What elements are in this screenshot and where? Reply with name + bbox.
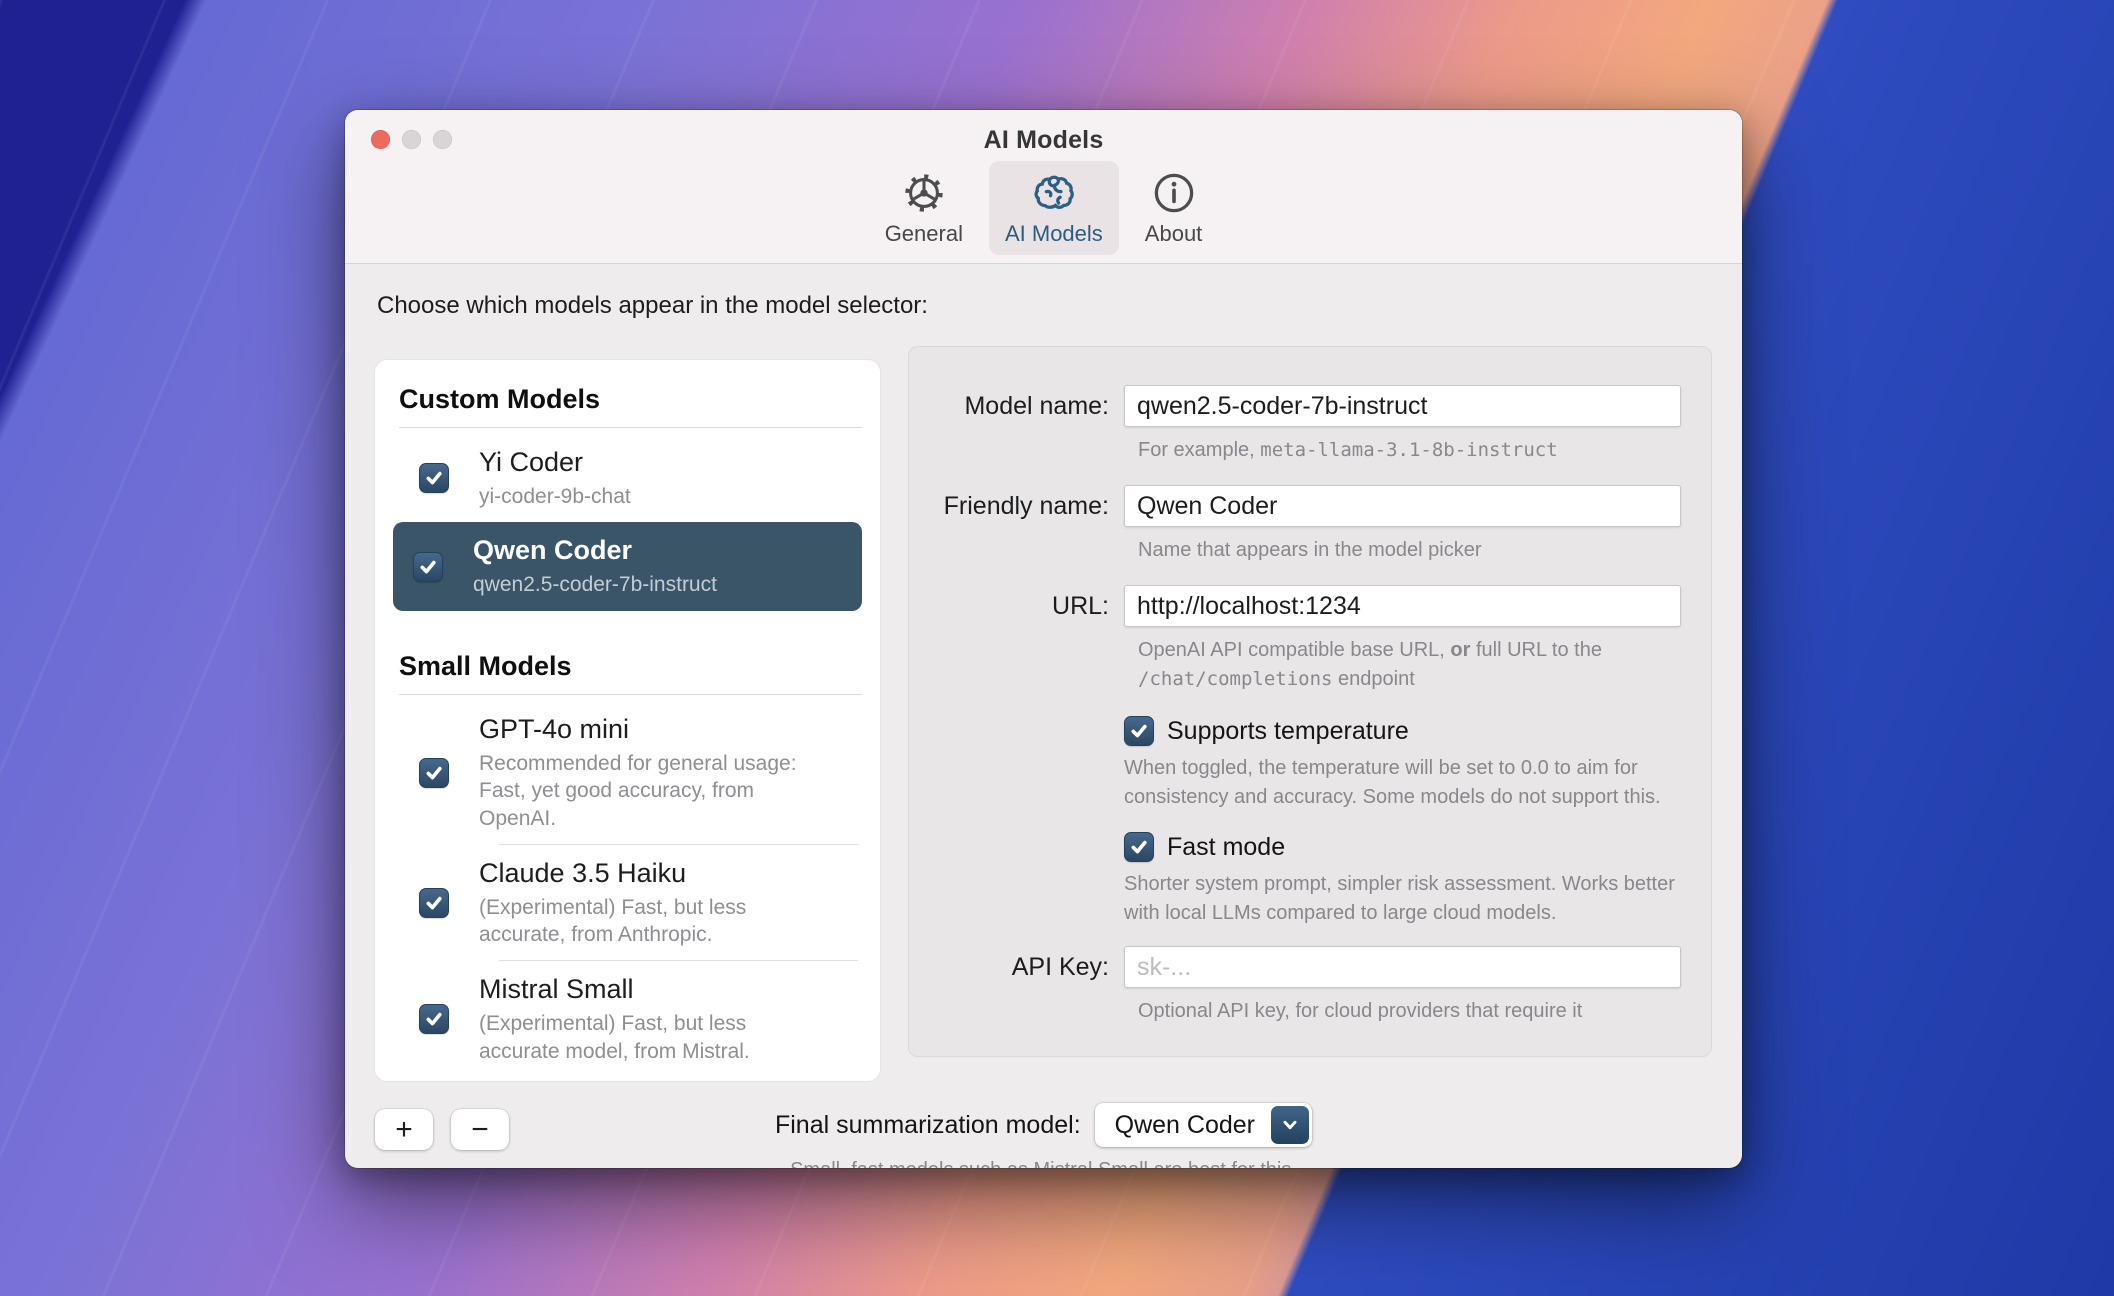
list-item-qwen-coder-selected[interactable]: Qwen Coder qwen2.5-coder-7b-instruct: [393, 522, 862, 610]
section-custom-models: Custom Models Yi Coder yi-coder-9b-chat: [399, 384, 862, 611]
model-desc: (Experimental) Fast, but less accurate m…: [479, 1010, 829, 1065]
zoom-button[interactable]: [433, 130, 452, 149]
model-name-input[interactable]: [1124, 385, 1681, 427]
list-item-yi-coder[interactable]: Yi Coder yi-coder-9b-chat: [399, 434, 862, 522]
chevron-down-icon: [1271, 1106, 1309, 1144]
checkbox-checked[interactable]: [419, 1004, 449, 1034]
url-label: URL:: [929, 585, 1109, 621]
model-desc: qwen2.5-coder-7b-instruct: [473, 571, 823, 599]
list-item-claude-haiku[interactable]: Claude 3.5 Haiku (Experimental) Fast, bu…: [399, 845, 862, 961]
checkbox-checked[interactable]: [1124, 832, 1154, 862]
content-area: Choose which models appear in the model …: [345, 264, 1742, 1168]
remove-model-button[interactable]: −: [451, 1109, 509, 1150]
info-icon: [1151, 170, 1197, 216]
section-title: Small Models: [399, 651, 862, 682]
model-name: Qwen Coder: [473, 534, 823, 568]
brain-icon: [1031, 170, 1077, 216]
supports-temperature-label: Supports temperature: [1167, 717, 1409, 746]
gear-icon: [901, 170, 947, 216]
summary-note: Small, fast models such as Mistral Small…: [375, 1159, 1712, 1168]
checkbox-checked[interactable]: [419, 758, 449, 788]
checkbox-checked[interactable]: [1124, 716, 1154, 746]
model-desc: yi-coder-9b-chat: [479, 483, 829, 511]
divider: [399, 427, 862, 428]
add-model-button[interactable]: +: [375, 1109, 433, 1150]
friendly-name-help: Name that appears in the model picker: [1138, 536, 1681, 565]
model-desc: (Experimental) Fast, but less accurate, …: [479, 894, 829, 949]
fast-mode-help: Shorter system prompt, simpler risk asse…: [1124, 870, 1681, 928]
list-item-gpt4o-mini[interactable]: GPT-4o mini Recommended for general usag…: [399, 701, 862, 845]
close-button[interactable]: [371, 130, 390, 149]
api-key-help: Optional API key, for cloud providers th…: [1138, 997, 1681, 1026]
page-heading: Choose which models appear in the model …: [377, 292, 1712, 320]
tab-about[interactable]: About: [1129, 161, 1219, 255]
footer: + − Final summarization model: Qwen Code…: [375, 1103, 1712, 1168]
tab-about-label: About: [1145, 221, 1203, 247]
model-name: Claude 3.5 Haiku: [479, 857, 829, 891]
checkbox-checked[interactable]: [413, 552, 443, 582]
settings-window: AI Models General: [345, 110, 1742, 1168]
model-name: GPT-4o mini: [479, 713, 829, 747]
friendly-name-input[interactable]: [1124, 485, 1681, 527]
api-key-label: API Key:: [929, 946, 1109, 982]
model-list: Custom Models Yi Coder yi-coder-9b-chat: [375, 360, 880, 1081]
url-help: OpenAI API compatible base URL, or full …: [1138, 636, 1681, 694]
divider: [399, 694, 862, 695]
summary-model-label: Final summarization model:: [775, 1111, 1081, 1140]
fast-mode-row[interactable]: Fast mode: [1124, 832, 1681, 862]
list-item-mistral-small[interactable]: Mistral Small (Experimental) Fast, but l…: [399, 961, 862, 1077]
titlebar: AI Models General: [345, 110, 1742, 264]
model-desc: Recommended for general usage: Fast, yet…: [479, 750, 829, 833]
model-name-label: Model name:: [929, 385, 1109, 421]
fast-mode-label: Fast mode: [1167, 833, 1285, 862]
url-input[interactable]: [1124, 585, 1681, 627]
toolbar-tabs: General AI Models: [345, 161, 1742, 263]
minimize-button[interactable]: [402, 130, 421, 149]
supports-temperature-help: When toggled, the temperature will be se…: [1124, 754, 1681, 812]
section-title: Custom Models: [399, 384, 862, 415]
section-small-models: Small Models GPT-4o mini Recommended for…: [399, 651, 862, 1077]
model-name: Yi Coder: [479, 446, 829, 480]
model-name: Mistral Small: [479, 973, 829, 1007]
traffic-lights: [371, 130, 452, 149]
checkbox-checked[interactable]: [419, 463, 449, 493]
tab-ai-models-label: AI Models: [1005, 221, 1103, 247]
window-title: AI Models: [345, 126, 1742, 155]
summary-model-value: Qwen Coder: [1095, 1111, 1271, 1140]
tab-general-label: General: [885, 221, 963, 247]
model-detail-panel: Model name: For example, meta-llama-3.1-…: [908, 346, 1712, 1057]
supports-temperature-row[interactable]: Supports temperature: [1124, 716, 1681, 746]
checkbox-checked[interactable]: [419, 888, 449, 918]
tab-general[interactable]: General: [869, 161, 979, 255]
api-key-input[interactable]: [1124, 946, 1681, 988]
tab-ai-models[interactable]: AI Models: [989, 161, 1119, 255]
friendly-name-label: Friendly name:: [929, 485, 1109, 521]
summary-model-select[interactable]: Qwen Coder: [1095, 1103, 1312, 1147]
model-name-help: For example, meta-llama-3.1-8b-instruct: [1138, 436, 1681, 465]
